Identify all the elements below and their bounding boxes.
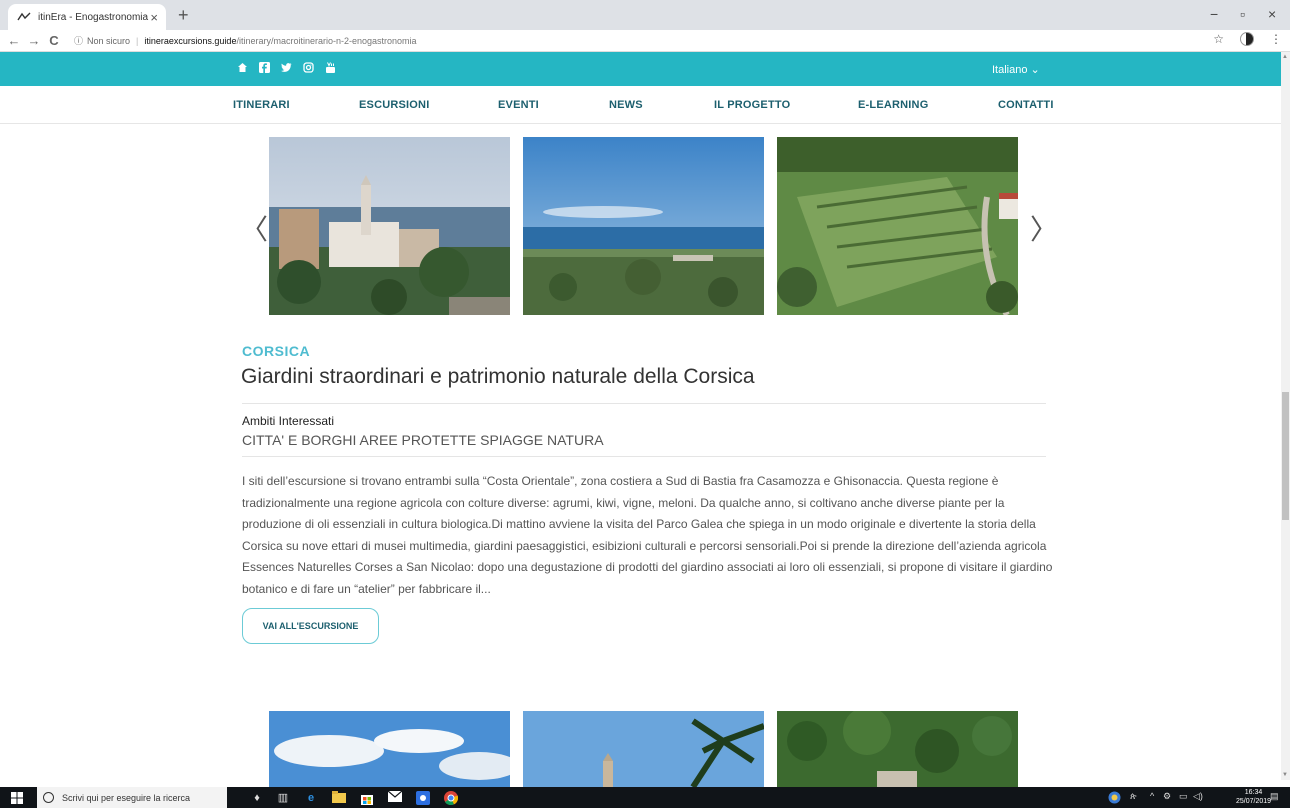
social-links bbox=[237, 62, 336, 73]
browser-menu-icon[interactable]: ⋮ bbox=[1270, 32, 1282, 46]
notifications-icon[interactable]: ▤ bbox=[1270, 791, 1279, 802]
language-selector[interactable]: Italiano ⌄ bbox=[992, 63, 1040, 76]
photo-coastline[interactable] bbox=[523, 137, 764, 315]
photo-sky-clouds[interactable] bbox=[269, 711, 510, 787]
vai-all-escursione-button[interactable]: VAI ALL'ESCURSIONE bbox=[242, 608, 379, 644]
chrome-icon[interactable] bbox=[444, 791, 459, 806]
close-window-button[interactable]: × bbox=[1268, 6, 1276, 22]
screen: itinEra - Enogastronomia × + − ▫ × ← → C… bbox=[0, 0, 1290, 808]
minimize-button[interactable]: − bbox=[1210, 6, 1218, 22]
scrollbar-thumb[interactable] bbox=[1282, 392, 1289, 520]
people-icon[interactable]: ጵ bbox=[1130, 791, 1137, 802]
task-view-icon[interactable]: ▥ bbox=[276, 791, 290, 805]
forward-button[interactable]: → bbox=[24, 33, 44, 48]
instagram-icon[interactable] bbox=[303, 62, 314, 73]
tab-title: itinEra - Enogastronomia bbox=[38, 11, 149, 23]
address-bar[interactable]: ⓘ Non sicuro | itineraexcursions.guide /… bbox=[74, 34, 417, 47]
edge-browser-icon[interactable]: e bbox=[304, 791, 318, 805]
photo-village-church[interactable] bbox=[269, 137, 510, 315]
facebook-icon[interactable] bbox=[259, 62, 270, 73]
battery-icon[interactable]: ▭ bbox=[1179, 791, 1188, 802]
toolbar-actions: ☆ ⋮ bbox=[1213, 32, 1282, 46]
file-explorer-icon[interactable] bbox=[332, 791, 346, 805]
microphone-icon[interactable]: ♦ bbox=[250, 791, 264, 805]
carousel-next-button[interactable]: 〉 bbox=[1030, 208, 1058, 248]
browser-toolbar: ← → C ⓘ Non sicuro | itineraexcursions.g… bbox=[0, 30, 1290, 52]
app-icon[interactable] bbox=[416, 791, 430, 805]
tray-app-icon[interactable] bbox=[1108, 791, 1121, 806]
browser-tab[interactable]: itinEra - Enogastronomia × bbox=[8, 4, 166, 30]
nav-contatti[interactable]: CONTATTI bbox=[998, 99, 1054, 111]
photo-botanical-garden[interactable] bbox=[777, 137, 1018, 315]
new-tab-button[interactable]: + bbox=[178, 5, 189, 26]
home-icon[interactable] bbox=[237, 62, 248, 73]
bookmark-star-icon[interactable]: ☆ bbox=[1213, 32, 1224, 46]
carousel-prev-button[interactable]: 〈 bbox=[240, 208, 268, 248]
ambiti-values: CITTA' E BORGHI AREE PROTETTE SPIAGGE NA… bbox=[242, 432, 604, 448]
mail-icon[interactable] bbox=[387, 790, 403, 805]
reload-button[interactable]: C bbox=[44, 33, 64, 48]
nav-news[interactable]: NEWS bbox=[609, 99, 643, 111]
nav-il-progetto[interactable]: IL PROGETTO bbox=[714, 99, 790, 111]
browser-tabstrip: itinEra - Enogastronomia × + − ▫ × bbox=[0, 0, 1290, 30]
tray-chevron-icon[interactable]: ^ bbox=[1150, 791, 1154, 801]
network-icon[interactable]: ⚙ bbox=[1163, 791, 1171, 802]
photo-forest-aerial[interactable] bbox=[777, 711, 1018, 787]
windows-start-icon[interactable] bbox=[11, 792, 23, 807]
url-path: /itinerary/macroitinerario-n-2-enogastro… bbox=[236, 35, 417, 46]
nav-eventi[interactable]: EVENTI bbox=[498, 99, 539, 111]
clock-date: 25/07/2019 bbox=[1236, 798, 1272, 805]
main-nav: ITINERARI ESCURSIONI EVENTI NEWS IL PROG… bbox=[0, 86, 1281, 124]
divider bbox=[242, 456, 1046, 457]
security-label: Non sicuro bbox=[87, 35, 131, 46]
cortana-icon bbox=[43, 792, 54, 803]
back-button[interactable]: ← bbox=[4, 33, 24, 48]
url-host: itineraexcursions.guide bbox=[144, 35, 237, 46]
site-info-icon[interactable]: ⓘ bbox=[74, 34, 83, 47]
photo-church-palm[interactable] bbox=[523, 711, 764, 787]
scroll-down-arrow-icon[interactable]: ▼ bbox=[1282, 772, 1288, 778]
divider bbox=[242, 403, 1046, 404]
restore-button[interactable]: ▫ bbox=[1240, 6, 1245, 22]
nav-itinerari[interactable]: ITINERARI bbox=[233, 99, 290, 111]
region-label: CORSICA bbox=[242, 343, 311, 359]
taskbar-search-placeholder: Scrivi qui per eseguire la ricerca bbox=[62, 792, 191, 803]
taskbar-clock[interactable]: 16:34 25/07/2019 bbox=[1236, 788, 1271, 806]
twitter-icon[interactable] bbox=[281, 62, 292, 73]
youtube-icon[interactable] bbox=[325, 62, 336, 73]
taskbar-search[interactable]: Scrivi qui per eseguire la ricerca bbox=[37, 787, 227, 808]
scroll-up-arrow-icon[interactable]: ▲ bbox=[1282, 54, 1288, 60]
nav-e-learning[interactable]: E-LEARNING bbox=[858, 99, 928, 111]
page-scrollbar[interactable]: ▲ ▼ bbox=[1281, 52, 1290, 780]
store-icon[interactable] bbox=[360, 791, 374, 805]
profile-avatar-icon[interactable] bbox=[1240, 32, 1254, 46]
itinera-favicon-icon bbox=[16, 9, 32, 25]
tab-close-icon[interactable]: × bbox=[150, 10, 158, 25]
excursion-description: I siti dell’escursione si trovano entram… bbox=[242, 474, 1053, 596]
windows-taskbar: Scrivi qui per eseguire la ricerca ♦ ▥ e… bbox=[0, 787, 1290, 808]
site-topbar: Italiano ⌄ bbox=[0, 52, 1281, 86]
nav-escursioni[interactable]: ESCURSIONI bbox=[359, 99, 429, 111]
excursion-title: Giardini straordinari e patrimonio natur… bbox=[241, 365, 755, 388]
url-separator: | bbox=[136, 35, 139, 46]
ambiti-label: Ambiti Interessati bbox=[242, 414, 335, 428]
clock-time: 16:34 bbox=[1244, 789, 1263, 796]
volume-icon[interactable]: ◁) bbox=[1193, 791, 1203, 802]
